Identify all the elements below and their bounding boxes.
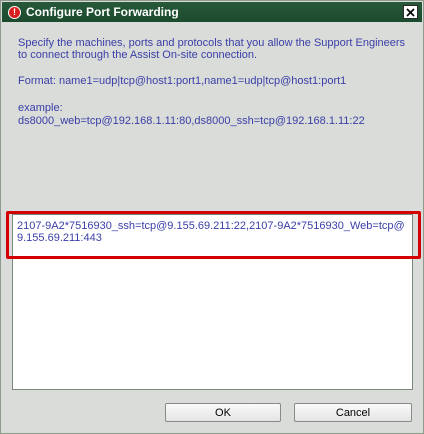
port-forwarding-input[interactable]: 2107-9A2*7516930_ssh=tcp@9.155.69.211:22… [12, 214, 413, 390]
close-button[interactable] [403, 5, 418, 19]
configure-port-forwarding-dialog: ! Configure Port Forwarding Specify the … [0, 0, 424, 434]
title-bar[interactable]: ! Configure Port Forwarding [2, 2, 422, 22]
example-label: example: [18, 102, 63, 114]
instructions-text: Specify the machines, ports and protocol… [18, 37, 406, 61]
cancel-button[interactable]: Cancel [294, 403, 412, 422]
format-text: Format: name1=udp|tcp@host1:port1,name1=… [18, 75, 347, 87]
error-icon: ! [8, 5, 21, 19]
example-value: ds8000_web=tcp@192.168.1.11:80,ds8000_ss… [18, 115, 365, 127]
dialog-title: Configure Port Forwarding [26, 5, 179, 19]
ok-button[interactable]: OK [165, 403, 281, 422]
close-icon [406, 7, 415, 17]
